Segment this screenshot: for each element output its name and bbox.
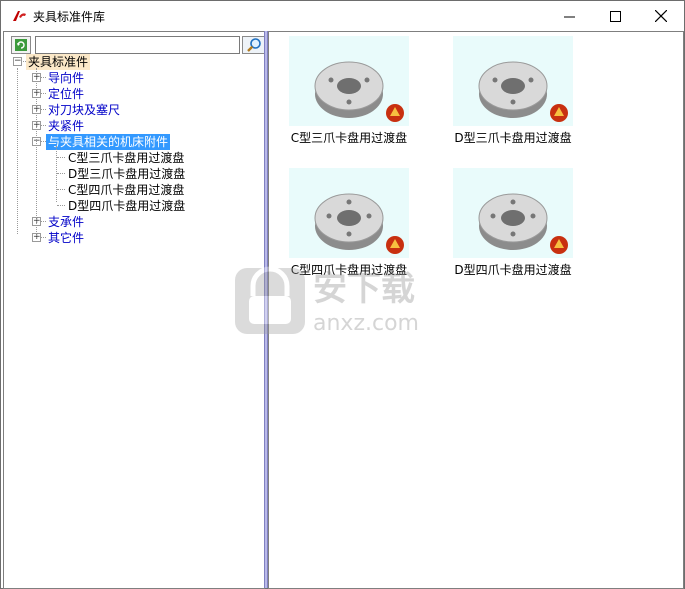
tree-item-label: 其它件 xyxy=(48,231,85,245)
tree-item-machine-accessories[interactable]: − 与夹具相关的机床附件 xyxy=(10,134,250,150)
flange-plate-icon xyxy=(314,61,404,122)
search-toolbar xyxy=(8,34,266,54)
minimize-button[interactable] xyxy=(546,1,592,31)
tree-item-label: 定位件 xyxy=(48,87,85,101)
part-thumbnail xyxy=(453,168,573,258)
close-button[interactable] xyxy=(638,1,684,31)
part-card[interactable]: C型三爪卡盘用过渡盘 xyxy=(289,36,409,146)
flange-plate-icon xyxy=(478,193,568,254)
tree-item-support-parts[interactable]: + 支承件 xyxy=(10,214,250,230)
tree-subitem[interactable]: C型三爪卡盘用过渡盘 xyxy=(10,150,250,166)
part-thumbnail xyxy=(289,168,409,258)
tree-item-clamping-parts[interactable]: + 夹紧件 xyxy=(10,118,250,134)
tree-item-locating-parts[interactable]: + 定位件 xyxy=(10,86,250,102)
tree-subitem[interactable]: C型四爪卡盘用过渡盘 xyxy=(10,182,250,198)
tree-subitem-label: C型三爪卡盘用过渡盘 xyxy=(68,151,185,165)
window-title: 夹具标准件库 xyxy=(33,10,106,24)
part-thumbnail xyxy=(289,36,409,126)
tree-panel: − 夹具标准件 + 导向件 + 定位件 + 对刀块及塞尺 + 夹紧件 − 与夹具… xyxy=(3,31,266,589)
part-thumbnail xyxy=(453,36,573,126)
tree-subitem-label: D型四爪卡盘用过渡盘 xyxy=(68,199,186,213)
watermark-site-text: 安下载 xyxy=(313,269,415,309)
tree-item-label: 对刀块及塞尺 xyxy=(48,103,121,117)
flange-plate-icon xyxy=(314,193,404,254)
collapse-icon[interactable]: − xyxy=(13,57,22,66)
search-input[interactable] xyxy=(35,36,240,54)
refresh-icon xyxy=(15,39,27,51)
watermark-logo: 安下载 anxz.com xyxy=(233,258,453,338)
tree-item-setting-blocks[interactable]: + 对刀块及塞尺 xyxy=(10,102,250,118)
part-caption: D型四爪卡盘用过渡盘 xyxy=(454,263,572,277)
part-caption: C型三爪卡盘用过渡盘 xyxy=(290,131,408,145)
maximize-icon xyxy=(609,10,621,22)
search-button[interactable] xyxy=(242,36,266,54)
tree-node-root[interactable]: − 夹具标准件 xyxy=(10,54,250,70)
tree-item-label: 支承件 xyxy=(48,215,85,229)
maximize-button[interactable] xyxy=(592,1,638,31)
search-icon xyxy=(247,38,261,52)
tree-item-label: 与夹具相关的机床附件 xyxy=(46,134,171,150)
flange-plate-icon xyxy=(478,61,568,122)
watermark-domain-text: anxz.com xyxy=(313,311,419,336)
part-card[interactable]: D型三爪卡盘用过渡盘 xyxy=(453,36,573,146)
part-caption: D型三爪卡盘用过渡盘 xyxy=(454,131,572,145)
title-bar: 夹具标准件库 xyxy=(1,1,684,31)
refresh-button[interactable] xyxy=(11,36,31,54)
app-logo-icon xyxy=(13,11,26,21)
tree-item-guide-parts[interactable]: + 导向件 xyxy=(10,70,250,86)
tree-subitem-label: D型三爪卡盘用过渡盘 xyxy=(68,167,186,181)
part-card[interactable]: D型四爪卡盘用过渡盘 xyxy=(453,168,573,278)
close-icon xyxy=(655,10,667,22)
minimize-icon xyxy=(563,16,575,17)
tree-item-label: 夹紧件 xyxy=(48,119,85,133)
tree-item-label: 导向件 xyxy=(48,71,85,85)
tree-subitem-label: C型四爪卡盘用过渡盘 xyxy=(68,183,185,197)
tree-subitem[interactable]: D型三爪卡盘用过渡盘 xyxy=(10,166,250,182)
tree-subitem[interactable]: D型四爪卡盘用过渡盘 xyxy=(10,198,250,214)
tree-item-other-parts[interactable]: + 其它件 xyxy=(10,230,250,246)
